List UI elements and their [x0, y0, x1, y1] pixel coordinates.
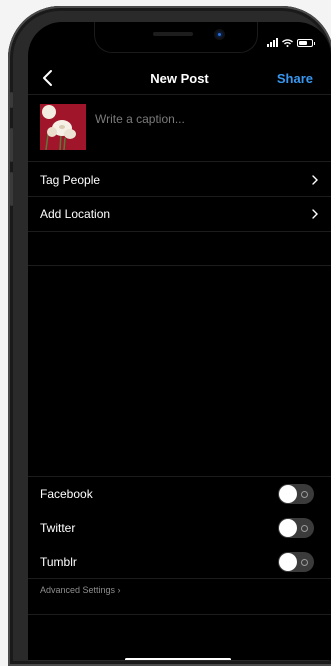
tumblr-label: Tumblr: [40, 555, 77, 569]
share-button[interactable]: Share: [277, 71, 313, 86]
front-camera: [216, 31, 223, 38]
tumblr-toggle[interactable]: [278, 552, 314, 572]
advanced-settings-link[interactable]: Advanced Settings ›: [40, 585, 121, 595]
wifi-icon: [282, 38, 293, 47]
tag-people-label: Tag People: [40, 173, 101, 187]
divider: [28, 161, 331, 162]
share-twitter-row: Twitter: [40, 511, 314, 545]
volume-down-button: [10, 172, 13, 206]
tag-people-row[interactable]: Tag People: [40, 163, 320, 197]
speaker-grille: [153, 32, 193, 36]
caption-input[interactable]: Write a caption...: [95, 112, 185, 126]
post-thumbnail[interactable]: [40, 104, 86, 150]
battery-icon: [297, 38, 315, 47]
divider: [28, 231, 331, 232]
signal-icon: [267, 38, 278, 47]
twitter-toggle[interactable]: [278, 518, 314, 538]
twitter-label: Twitter: [40, 521, 76, 535]
silent-switch: [10, 92, 13, 108]
share-facebook-row: Facebook: [40, 477, 314, 511]
divider: [28, 614, 331, 615]
volume-up-button: [10, 128, 13, 162]
add-location-label: Add Location: [40, 207, 111, 221]
notch: [94, 22, 258, 53]
status-bar: [267, 38, 315, 47]
chevron-right-icon: [312, 175, 318, 185]
nav-bar: New Post Share: [28, 64, 331, 92]
divider: [28, 578, 331, 579]
facebook-label: Facebook: [40, 487, 93, 501]
divider: [28, 265, 331, 266]
share-tumblr-row: Tumblr: [40, 545, 314, 579]
add-location-row[interactable]: Add Location: [40, 197, 320, 231]
facebook-toggle[interactable]: [278, 484, 314, 504]
divider: [28, 94, 331, 95]
screen: New Post Share Write a caption... Tag Pe…: [28, 22, 331, 660]
chevron-right-icon: [312, 209, 318, 219]
